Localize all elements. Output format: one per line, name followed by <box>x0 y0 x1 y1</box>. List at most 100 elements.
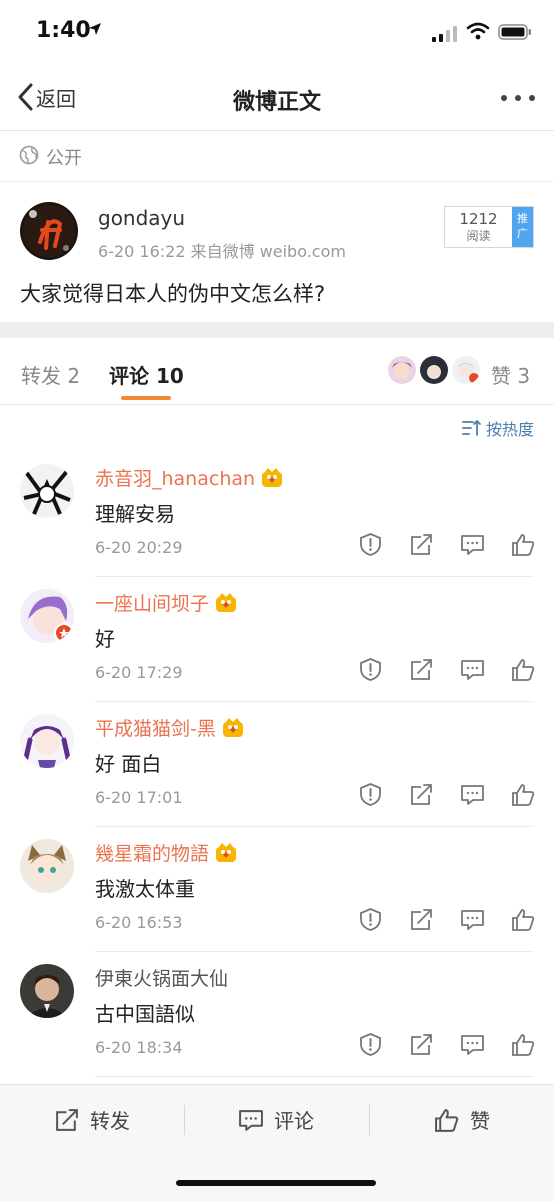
thumbs-up-icon[interactable] <box>511 532 536 557</box>
like-button[interactable]: 赞 <box>434 1105 490 1134</box>
thumbs-up-icon <box>434 1107 460 1133</box>
reply-icon[interactable] <box>460 657 485 682</box>
liker-avatars[interactable] <box>388 356 484 384</box>
author-avatar[interactable] <box>20 202 78 260</box>
liker-avatar <box>420 356 448 384</box>
bar-separator <box>369 1105 370 1135</box>
comment-text: 我激太体重 <box>95 877 195 901</box>
sort-icon <box>462 419 482 437</box>
tab-comment[interactable]: 评论 10 <box>109 360 184 389</box>
sort-label: 按热度 <box>485 420 534 439</box>
member-badge-icon <box>215 592 237 613</box>
share-icon <box>54 1107 80 1133</box>
commenter-name-text: 幾星霜的物語 <box>95 843 210 865</box>
comment-actions <box>358 1032 536 1057</box>
comment-text: 好 面白 <box>95 752 162 776</box>
report-icon[interactable] <box>358 782 383 807</box>
thumbs-up-icon[interactable] <box>511 657 536 682</box>
reply-icon[interactable] <box>460 782 485 807</box>
share-icon[interactable] <box>409 1032 434 1057</box>
reply-icon[interactable] <box>460 1032 485 1057</box>
commenter-name-text: 一座山间坝子 <box>95 593 210 615</box>
member-badge-icon <box>215 842 237 863</box>
battery-icon <box>498 24 532 40</box>
reply-icon[interactable] <box>460 907 485 932</box>
member-badge-icon <box>261 467 283 488</box>
commenter-name[interactable]: 赤音羽_hanachan <box>95 464 283 491</box>
liker-avatar <box>452 356 480 384</box>
forward-button[interactable]: 转发 <box>54 1105 130 1134</box>
commenter-name[interactable]: 平成猫猫剑-黑 <box>95 714 244 741</box>
liker-avatar <box>388 356 416 384</box>
home-indicator[interactable] <box>176 1180 376 1186</box>
commenter-name[interactable]: 幾星霜的物語 <box>95 839 237 866</box>
cellular-signal-icon <box>432 26 458 42</box>
thumbs-up-icon[interactable] <box>511 907 536 932</box>
interaction-tabs: 转发 2 评论 10 赞 3 <box>0 338 554 405</box>
comment-button[interactable]: 评论 <box>238 1105 314 1134</box>
report-icon[interactable] <box>358 1032 383 1057</box>
tab-likes[interactable]: 赞 3 <box>491 360 530 389</box>
row-divider <box>95 1076 534 1077</box>
comment-time: 6-20 20:29 <box>95 538 183 557</box>
share-icon[interactable] <box>409 907 434 932</box>
comment-label: 评论 <box>274 1109 314 1133</box>
commenter-name-text: 赤音羽_hanachan <box>95 468 256 490</box>
comment-text: 古中国語似 <box>95 1002 195 1026</box>
report-icon[interactable] <box>358 532 383 557</box>
visibility-label: 公开 <box>46 148 82 169</box>
commenter-avatar[interactable] <box>20 964 74 1018</box>
post-content: 大家觉得日本人的伪中文怎么样? <box>20 282 326 306</box>
navigation-bar: 返回 微博正文 <box>0 64 554 131</box>
bar-separator <box>184 1105 185 1135</box>
commenter-name[interactable]: 伊東火锅面大仙 <box>95 964 228 991</box>
share-icon[interactable] <box>409 782 434 807</box>
comment-item: 赤音羽_hanachan 理解安易 6-20 20:29 <box>0 452 554 577</box>
author-name[interactable]: gondayu <box>98 206 185 230</box>
share-icon[interactable] <box>409 532 434 557</box>
forward-label: 转发 <box>90 1109 130 1133</box>
section-divider <box>0 322 554 338</box>
post-card: gondayu 6-20 16:22 来自微博 weibo.com 1212 阅… <box>0 182 554 322</box>
commenter-avatar[interactable] <box>20 589 74 643</box>
member-badge-icon <box>222 717 244 738</box>
post-meta: 6-20 16:22 来自微博 weibo.com <box>98 242 346 261</box>
comment-actions <box>358 782 536 807</box>
comment-time: 6-20 17:29 <box>95 663 183 682</box>
comment-actions <box>358 907 536 932</box>
globe-icon <box>19 145 39 165</box>
comment-time: 6-20 17:01 <box>95 788 183 807</box>
location-arrow-icon <box>88 22 102 36</box>
status-bar: 1:40 <box>0 0 554 64</box>
comment-time: 6-20 16:53 <box>95 913 183 932</box>
reply-icon[interactable] <box>460 532 485 557</box>
more-options-button[interactable] <box>500 94 536 102</box>
tab-forward[interactable]: 转发 2 <box>21 360 80 389</box>
commenter-avatar[interactable] <box>20 714 74 768</box>
commenter-avatar[interactable] <box>20 839 74 893</box>
commenter-name[interactable]: 一座山间坝子 <box>95 589 237 616</box>
thumbs-up-icon[interactable] <box>511 1032 536 1057</box>
more-dots-icon <box>501 95 535 101</box>
visibility-row: 公开 <box>0 131 554 182</box>
report-icon[interactable] <box>358 657 383 682</box>
report-icon[interactable] <box>358 907 383 932</box>
wifi-icon <box>466 22 490 40</box>
status-time: 1:40 <box>36 18 91 43</box>
promote-button[interactable]: 推广 <box>512 207 533 247</box>
comment-text: 好 <box>95 627 115 651</box>
active-tab-indicator <box>121 396 171 400</box>
commenter-avatar[interactable] <box>20 464 74 518</box>
share-icon[interactable] <box>409 657 434 682</box>
comment-item: 平成猫猫剑-黑 好 面白 6-20 17:01 <box>0 702 554 827</box>
comment-item: 一座山间坝子 好 6-20 17:29 <box>0 577 554 702</box>
sort-toggle[interactable]: 按热度 <box>462 416 534 440</box>
commenter-name-text: 平成猫猫剑-黑 <box>95 718 216 740</box>
commenter-name-text: 伊東火锅面大仙 <box>95 968 229 990</box>
page-title: 微博正文 <box>232 90 321 115</box>
read-count: 1212 <box>459 210 498 228</box>
comment-actions <box>358 657 536 682</box>
thumbs-up-icon[interactable] <box>511 782 536 807</box>
comment-time: 6-20 18:34 <box>95 1038 183 1057</box>
read-count-badge[interactable]: 1212 阅读 推广 <box>444 206 534 248</box>
